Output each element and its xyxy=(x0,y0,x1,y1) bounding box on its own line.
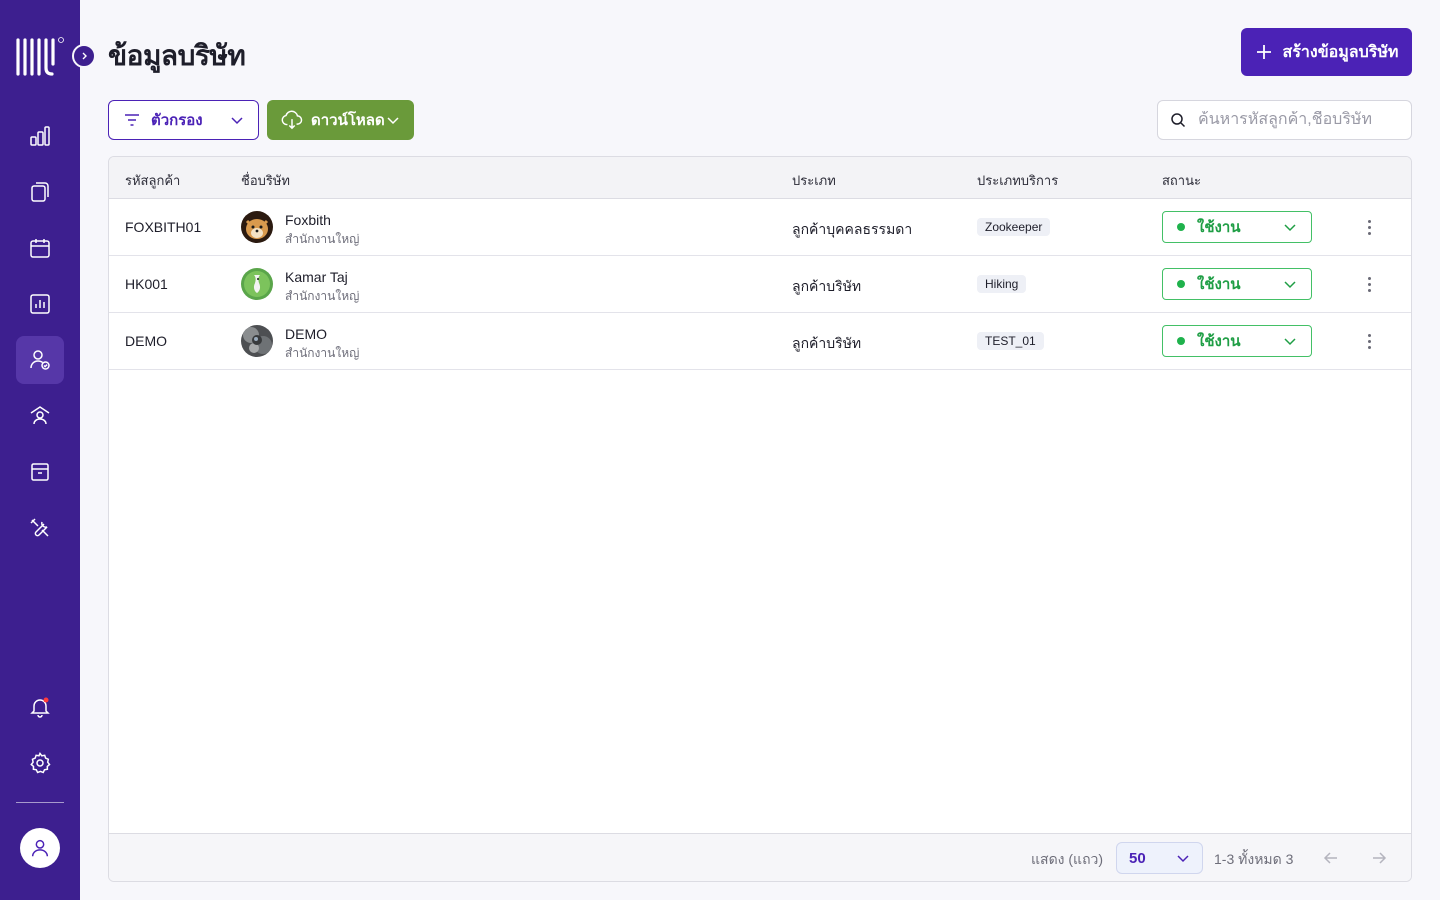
company-branch: สำนักงานใหญ่ xyxy=(285,289,360,303)
chevron-down-icon xyxy=(1177,855,1189,863)
plus-icon xyxy=(1256,45,1271,59)
sidebar-item-archive[interactable] xyxy=(16,448,64,496)
company-avatar xyxy=(241,268,273,300)
pagination-range: 1-3 ทั้งหมด 3 xyxy=(1214,851,1294,867)
customer-code: DEMO xyxy=(125,333,167,349)
company-avatar xyxy=(241,325,273,357)
download-button[interactable]: ดาวน์โหลด xyxy=(267,100,414,140)
column-header-type: ประเภท xyxy=(792,173,836,188)
page-title: ข้อมูลบริษัท xyxy=(108,40,246,71)
column-header-name: ชื่อบริษัท xyxy=(241,173,291,188)
customer-code: HK001 xyxy=(125,276,168,292)
sidebar-divider xyxy=(16,802,64,803)
row-menu-button[interactable] xyxy=(1359,274,1379,294)
chevron-right-icon xyxy=(82,52,87,60)
status-dot xyxy=(1177,337,1185,345)
prev-page-button[interactable] xyxy=(1319,846,1343,870)
tools-icon xyxy=(30,518,49,537)
sidebar xyxy=(0,0,80,900)
chevron-down-icon xyxy=(1284,281,1296,289)
search-input[interactable] xyxy=(1198,111,1388,129)
company-name: Kamar Taj xyxy=(285,269,348,285)
search-box[interactable] xyxy=(1157,100,1412,140)
search-icon xyxy=(1171,113,1186,128)
sidebar-item-dashboard[interactable] xyxy=(16,112,64,160)
download-label: ดาวน์โหลด xyxy=(311,112,385,129)
status-label: ใช้งาน xyxy=(1197,219,1241,236)
row-menu-button[interactable] xyxy=(1359,331,1379,351)
filter-label: ตัวกรอง xyxy=(151,112,203,129)
sidebar-item-calendar[interactable] xyxy=(16,224,64,272)
calendar-icon xyxy=(30,239,50,258)
sidebar-item-customer[interactable] xyxy=(16,336,64,384)
status-dot xyxy=(1177,223,1185,231)
customer-icon xyxy=(30,350,50,370)
customer-code: FOXBITH01 xyxy=(125,219,202,235)
chevron-down-icon xyxy=(1284,224,1296,232)
cloud-download-icon xyxy=(281,110,303,130)
table-row[interactable]: HK001 Kamar Taj สำนักงานใหญ่ ลูกค้าบริษั… xyxy=(109,256,1411,313)
chevron-down-icon xyxy=(231,117,243,125)
create-company-button[interactable]: สร้างข้อมูลบริษัท xyxy=(1241,28,1412,76)
logo xyxy=(14,34,66,78)
create-company-label: สร้างข้อมูลบริษัท xyxy=(1282,43,1399,61)
team-icon xyxy=(30,406,50,425)
customer-type: ลูกค้าบริษัท xyxy=(792,335,862,351)
service-badge: Hiking xyxy=(977,275,1027,293)
column-header-status: สถานะ xyxy=(1162,173,1201,188)
sidebar-item-tools[interactable] xyxy=(16,504,64,552)
sidebar-item-report[interactable] xyxy=(16,280,64,328)
documents-icon xyxy=(31,182,49,202)
rows-per-page-value: 50 xyxy=(1129,849,1146,867)
status-label: ใช้งาน xyxy=(1197,276,1241,293)
status-dropdown[interactable]: ใช้งาน xyxy=(1162,211,1312,243)
table-row[interactable]: FOXBITH01 Foxbith สำนักงานใหญ่ ลูกค้าบุค… xyxy=(109,199,1411,256)
bell-icon xyxy=(30,697,50,718)
company-table: รหัสลูกค้า ชื่อบริษัท ประเภท ประเภทบริกา… xyxy=(108,156,1412,882)
customer-type: ลูกค้าบริษัท xyxy=(792,278,862,294)
filter-button[interactable]: ตัวกรอง xyxy=(108,100,259,140)
archive-icon xyxy=(31,463,49,481)
customer-type: ลูกค้าบุคคลธรรมดา xyxy=(792,221,913,237)
service-badge: Zookeeper xyxy=(977,218,1051,236)
status-dot xyxy=(1177,280,1185,288)
sidebar-item-settings[interactable] xyxy=(16,739,64,787)
gear-icon xyxy=(30,752,51,774)
company-avatar xyxy=(241,211,273,243)
status-label: ใช้งาน xyxy=(1197,333,1241,350)
pagination-bar: แสดง (แถว) 50 1-3 ทั้งหมด 3 xyxy=(109,833,1411,881)
company-name: DEMO xyxy=(285,326,327,342)
company-branch: สำนักงานใหญ่ xyxy=(285,346,360,360)
status-dropdown[interactable]: ใช้งาน xyxy=(1162,325,1312,357)
row-menu-button[interactable] xyxy=(1359,217,1379,237)
arrow-right-icon xyxy=(1373,852,1387,864)
sidebar-expand-button[interactable] xyxy=(72,44,96,68)
rows-per-page-select[interactable]: 50 xyxy=(1116,842,1203,874)
user-icon xyxy=(31,839,49,857)
report-icon xyxy=(30,294,50,314)
user-avatar[interactable] xyxy=(20,828,60,868)
status-dropdown[interactable]: ใช้งาน xyxy=(1162,268,1312,300)
chevron-down-icon xyxy=(1284,338,1296,346)
table-row[interactable]: DEMO DEMO สำนักงานใหญ่ ลูกค้าบริษัท TEST… xyxy=(109,313,1411,370)
service-badge: TEST_01 xyxy=(977,332,1044,350)
sidebar-item-team[interactable] xyxy=(16,392,64,440)
column-header-service: ประเภทบริการ xyxy=(977,173,1059,188)
sidebar-item-notifications[interactable] xyxy=(16,683,64,731)
next-page-button[interactable] xyxy=(1367,846,1391,870)
sidebar-item-documents[interactable] xyxy=(16,168,64,216)
company-name: Foxbith xyxy=(285,212,331,228)
filter-icon xyxy=(125,114,139,126)
chevron-down-icon xyxy=(387,117,399,125)
dashboard-icon xyxy=(30,126,50,146)
arrow-left-icon xyxy=(1323,852,1337,864)
rows-per-page-label: แสดง (แถว) xyxy=(1031,851,1104,867)
table-header: รหัสลูกค้า ชื่อบริษัท ประเภท ประเภทบริกา… xyxy=(109,157,1411,199)
company-branch: สำนักงานใหญ่ xyxy=(285,232,360,246)
column-header-code: รหัสลูกค้า xyxy=(125,173,181,188)
